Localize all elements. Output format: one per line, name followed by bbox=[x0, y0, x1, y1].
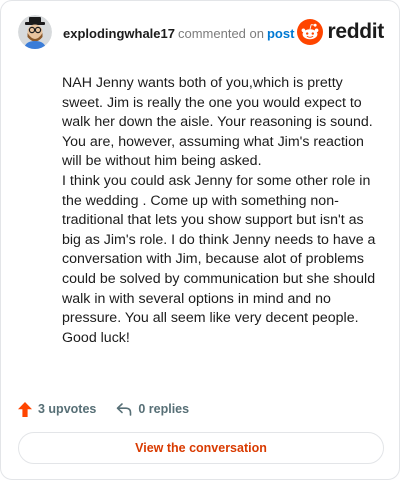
reddit-snoo-icon bbox=[297, 19, 324, 45]
upvote-arrow-icon bbox=[18, 401, 32, 417]
avatar-illustration bbox=[18, 15, 52, 49]
comment-header: explodingwhale17 commented on post reddit bbox=[18, 15, 386, 53]
user-avatar[interactable] bbox=[18, 15, 52, 49]
comment-actions: 3 upvotes 0 replies bbox=[18, 399, 189, 419]
comment-card: explodingwhale17 commented on post reddit … bbox=[0, 0, 400, 480]
commented-on-label: commented on bbox=[177, 26, 264, 41]
comment-paragraph: NAH Jenny wants both of you,which is pre… bbox=[62, 75, 373, 170]
reply-button[interactable]: 0 replies bbox=[116, 402, 189, 416]
user-line: explodingwhale17 commented on post bbox=[63, 26, 294, 41]
post-link[interactable]: post bbox=[267, 26, 294, 41]
reply-count: 0 replies bbox=[138, 402, 190, 416]
reply-arrow-icon bbox=[116, 402, 132, 416]
comment-body: NAH Jenny wants both of you,which is pre… bbox=[62, 74, 384, 348]
comment-paragraph: I think you could ask Jenny for some oth… bbox=[62, 172, 376, 346]
upvote-button[interactable]: 3 upvotes bbox=[18, 401, 97, 417]
reddit-logo[interactable]: reddit bbox=[297, 19, 384, 45]
reddit-wordmark: reddit bbox=[327, 20, 384, 43]
username[interactable]: explodingwhale17 bbox=[63, 26, 175, 41]
upvote-count: 3 upvotes bbox=[38, 402, 97, 416]
view-conversation-button[interactable]: View the conversation bbox=[18, 432, 384, 464]
